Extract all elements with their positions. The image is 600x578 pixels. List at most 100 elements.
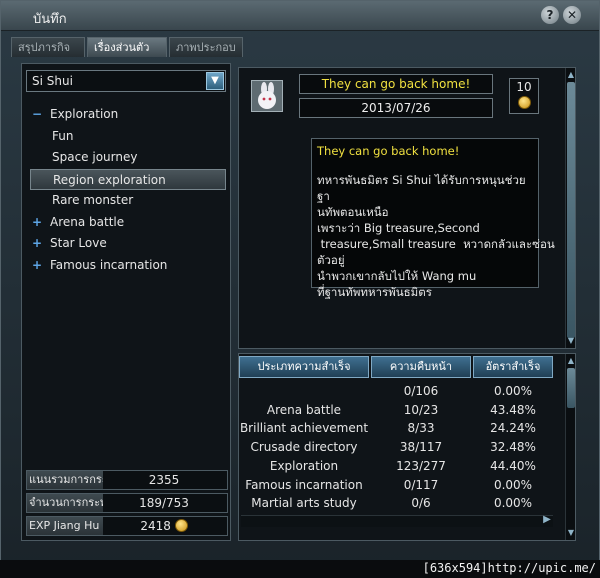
- cell-rate: 0.00%: [493, 477, 533, 492]
- stat-value-text: 2418: [140, 519, 171, 533]
- coin-icon: [174, 519, 188, 532]
- horizontal-scrollbar[interactable]: [241, 515, 553, 527]
- tree-item-label: Region exploration: [53, 172, 166, 187]
- cell-progress: 123/277: [396, 458, 446, 473]
- plus-icon[interactable]: +: [30, 255, 44, 277]
- cell-type: Brilliant achievement: [239, 421, 369, 436]
- window-title: บันทึก: [33, 12, 67, 27]
- plus-icon[interactable]: +: [30, 212, 44, 234]
- table-scrollbar[interactable]: ▲ ▼: [565, 354, 575, 540]
- scroll-right-icon[interactable]: ▶: [541, 513, 553, 527]
- detail-scroll-thumb[interactable]: [567, 82, 575, 338]
- minus-icon[interactable]: −: [30, 104, 44, 126]
- cell-progress: 38/117: [399, 440, 443, 455]
- cell-rate: 32.48%: [490, 440, 536, 455]
- stat-value: 2418: [105, 517, 223, 535]
- tree-item-rare-monster[interactable]: Rare monster: [30, 190, 226, 212]
- achievement-title: They can go back home!: [299, 74, 493, 94]
- tree-item-star-love[interactable]: + Star Love: [30, 233, 226, 255]
- close-button[interactable]: ✕: [563, 6, 581, 24]
- table-row[interactable]: Crusade directory 38/117 32.48%: [239, 438, 565, 457]
- table-scroll-thumb[interactable]: [567, 368, 575, 408]
- footer-bar: [636x594]http://upic.me/: [0, 560, 600, 578]
- table-row[interactable]: Martial arts study 0/6 0.00%: [239, 494, 565, 513]
- col-header-rate[interactable]: อัตราสำเร็จ: [473, 356, 553, 378]
- description-line: ตัวอยู่: [317, 253, 345, 267]
- description-line: เพราะว่า Big treasure,Second: [317, 221, 480, 235]
- cell-progress: 0/117: [403, 477, 439, 492]
- description-title: They can go back home!: [317, 144, 460, 158]
- achievement-description: They can go back home! ทหารพันธมิตร Si S…: [311, 138, 555, 299]
- rabbit-avatar-icon: [251, 80, 283, 112]
- chevron-down-icon[interactable]: ▼: [206, 72, 224, 90]
- footer-watermark: [636x594]http://upic.me/: [422, 561, 596, 575]
- description-line: treasure,Small treasure หวาดกลัวและซ่อน: [317, 237, 555, 251]
- reward-box: 10: [509, 78, 539, 114]
- tree-item-label: Exploration: [50, 107, 119, 121]
- plus-icon[interactable]: +: [30, 233, 44, 255]
- stat-total-score: แนนรวมการกระ 2355: [26, 470, 228, 490]
- reward-count: 10: [516, 80, 532, 94]
- description-line: ทหารพันธมิตร Si Shui ได้รับการหนุนช่วยฐา: [317, 173, 526, 203]
- tree-item-label: Fun: [52, 128, 74, 143]
- tree-item-label: Space journey: [52, 150, 138, 164]
- cell-rate: 24.24%: [490, 421, 536, 436]
- tree-item-label: Star Love: [50, 236, 107, 250]
- cell-type: Arena battle: [266, 402, 342, 417]
- tree-item-region-exploration[interactable]: Region exploration: [30, 168, 226, 190]
- tab-illustrations[interactable]: ภาพประกอบ: [169, 37, 243, 57]
- scroll-up-icon[interactable]: ▲: [566, 70, 576, 80]
- table-row[interactable]: 0/106 0.00%: [239, 382, 565, 401]
- coin-icon: [517, 96, 531, 109]
- category-tree: − Exploration Fun Space journey Region e…: [30, 104, 226, 276]
- stat-value: 2355: [148, 473, 180, 487]
- help-button[interactable]: ?: [541, 6, 559, 24]
- stat-label: EXP Jiang Hu: [27, 517, 103, 535]
- table-row[interactable]: Arena battle 10/23 43.48%: [239, 401, 565, 420]
- cell-type: Martial arts study: [251, 496, 357, 511]
- journal-window: บันทึก ? ✕ สรุปภารกิจ เรื่องส่วนตัว ภาพป…: [0, 0, 600, 578]
- col-header-type[interactable]: ประเภทความสำเร็จ: [239, 356, 369, 378]
- col-header-progress[interactable]: ความคืบหน้า: [371, 356, 471, 378]
- tree-item-label: Arena battle: [50, 214, 125, 229]
- achievement-detail-panel: They can go back home! 2013/07/26 10 The…: [238, 67, 576, 349]
- cell-rate: 43.48%: [490, 402, 536, 417]
- description-line: นทัพตอนเหนือ: [317, 205, 389, 219]
- cell-type: [239, 382, 369, 401]
- tree-item-label: Famous incarnation: [50, 257, 168, 272]
- stat-exp-jiang-hu: EXP Jiang Hu 2418: [26, 516, 228, 536]
- stat-value: 189/753: [139, 496, 189, 510]
- cell-rate: 44.40%: [490, 458, 536, 473]
- stat-label: แนนรวมการกระ: [27, 471, 103, 489]
- scroll-down-icon[interactable]: ▼: [566, 336, 576, 346]
- description-line: นำพวกเขากลับไปให้ Wang mu: [317, 269, 477, 283]
- detail-scrollbar[interactable]: ▲ ▼: [565, 68, 575, 348]
- stat-label: จำนวนการกระทำ: [27, 494, 103, 512]
- category-panel: Si Shui ▼ − Exploration Fun Space journe…: [21, 63, 231, 541]
- cell-rate: 0.00%: [493, 496, 533, 511]
- tree-item-fun[interactable]: Fun: [30, 126, 226, 148]
- cell-progress: 8/33: [407, 421, 435, 436]
- tree-item-famous-incarnation[interactable]: + Famous incarnation: [30, 255, 226, 277]
- description-line: ที่ฐานทัพทหารพันธมิตร: [317, 285, 432, 299]
- character-select-value: Si Shui: [32, 74, 73, 88]
- tree-item-space-journey[interactable]: Space journey: [30, 147, 226, 169]
- tab-mission-summary[interactable]: สรุปภารกิจ: [11, 37, 85, 57]
- table-row[interactable]: Exploration 123/277 44.40%: [239, 457, 565, 476]
- character-select[interactable]: Si Shui ▼: [26, 70, 226, 92]
- scroll-down-icon[interactable]: ▼: [566, 528, 576, 538]
- scroll-up-icon[interactable]: ▲: [566, 356, 576, 366]
- cell-progress: 0/106: [403, 384, 439, 398]
- table-row[interactable]: Famous incarnation 0/117 0.00%: [239, 476, 565, 495]
- cell-type: Crusade directory: [250, 440, 358, 455]
- cell-type: Famous incarnation: [245, 477, 363, 492]
- stat-action-count: จำนวนการกระทำ 189/753: [26, 493, 228, 513]
- tree-item-exploration[interactable]: − Exploration: [30, 104, 226, 126]
- table-row[interactable]: Brilliant achievement 8/33 24.24%: [239, 419, 565, 438]
- cell-progress: 0/6: [411, 496, 431, 511]
- tree-item-arena-battle[interactable]: + Arena battle: [30, 212, 226, 234]
- tab-personal-story[interactable]: เรื่องส่วนตัว: [87, 37, 167, 57]
- table-header: ประเภทความสำเร็จ ความคืบหน้า อัตราสำเร็จ: [239, 356, 565, 378]
- cell-rate: 0.00%: [493, 384, 533, 398]
- title-bar[interactable]: บันทึก ? ✕: [1, 1, 599, 31]
